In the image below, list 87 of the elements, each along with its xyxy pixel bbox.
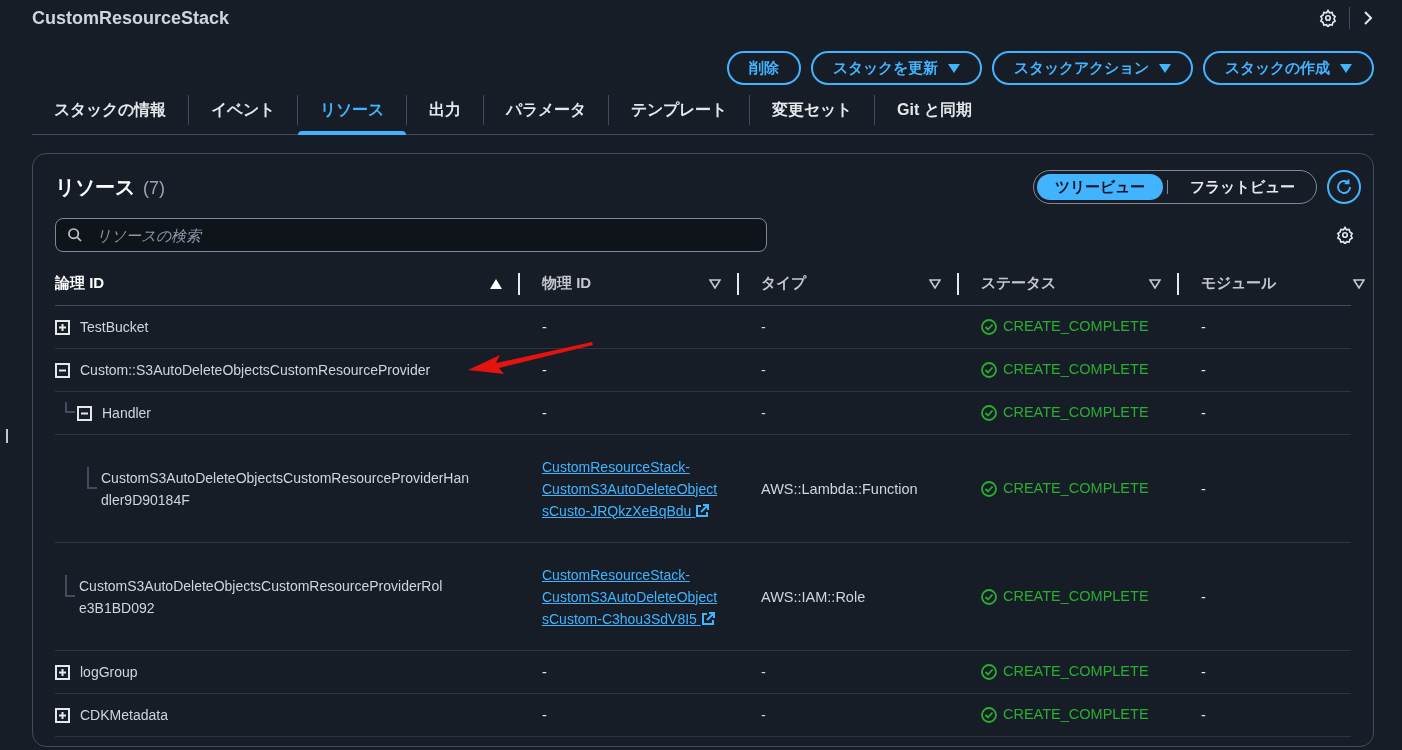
column-header[interactable]: 物理 ID <box>542 272 709 295</box>
table-cell: - <box>542 362 547 378</box>
success-check-icon <box>981 664 997 680</box>
action-button[interactable]: スタックアクション <box>992 51 1193 85</box>
physical-id-link[interactable]: CustomResourceStack-CustomS3AutoDeleteObjectsCustom-C3hou3SdV8I5 <box>542 563 718 630</box>
table-cell: - <box>542 664 547 680</box>
page-title: CustomResourceStack <box>32 6 230 30</box>
sort-icon[interactable] <box>1353 278 1365 289</box>
chevron-right-icon[interactable] <box>1362 10 1374 26</box>
table-cell: AWS::IAM::Role <box>761 588 866 605</box>
success-check-icon <box>981 707 997 723</box>
success-check-icon <box>981 480 997 497</box>
table-cell: - <box>542 405 547 421</box>
external-link-icon <box>695 503 710 518</box>
table-cell: - <box>761 362 766 378</box>
column-header[interactable]: タイプ <box>761 272 929 295</box>
status-text: CREATE_COMPLETE <box>1003 586 1149 606</box>
table-cell: - <box>542 319 547 335</box>
search-icon <box>67 227 83 243</box>
logical-id: TestBucket <box>80 318 149 337</box>
physical-id-link[interactable]: CustomResourceStack-CustomS3AutoDeleteObjectsCusto-JRQkzXeBqBdu <box>542 455 718 522</box>
settings-icon[interactable] <box>1336 226 1354 244</box>
logical-id: CustomS3AutoDeleteObjectsCustomResourceProviderRole3B1BD092 <box>78 576 444 618</box>
expand-icon[interactable] <box>55 664 70 680</box>
status-text: CREATE_COMPLETE <box>1003 403 1149 423</box>
sort-ascending-icon[interactable] <box>490 278 502 289</box>
tab[interactable]: 変更セット <box>750 85 874 134</box>
sort-icon[interactable] <box>709 278 721 289</box>
table-cell: - <box>761 319 766 335</box>
tab[interactable]: テンプレート <box>609 85 749 134</box>
collapse-icon[interactable] <box>55 362 70 378</box>
success-check-icon <box>981 405 997 421</box>
table-cell: - <box>761 664 766 680</box>
tree-connector-line <box>87 466 97 489</box>
tab[interactable]: 出力 <box>407 85 483 134</box>
tab[interactable]: パラメータ <box>484 85 608 134</box>
logical-id: Handler <box>102 404 152 423</box>
tree-connector-line <box>65 574 75 597</box>
table-cell: - <box>1201 319 1206 335</box>
logical-id: CustomS3AutoDeleteObjectsCustomResourceProviderHandler9D90184F <box>100 468 471 510</box>
status-text: CREATE_COMPLETE <box>1003 317 1149 337</box>
external-link-icon <box>700 611 715 626</box>
view-toggle-option[interactable]: ツリービュー <box>1037 174 1163 200</box>
expand-icon[interactable] <box>55 707 70 723</box>
search-field[interactable]: リソースの検索 <box>55 218 767 252</box>
action-button[interactable]: 削除 <box>727 51 801 85</box>
status-text: CREATE_COMPLETE <box>1003 478 1149 498</box>
column-header[interactable]: ステータス <box>981 272 1149 295</box>
table-cell: - <box>1201 362 1206 378</box>
table-cell: - <box>1201 480 1206 497</box>
success-check-icon <box>981 588 997 605</box>
refresh-icon <box>1335 178 1353 196</box>
tab[interactable]: リソース <box>298 85 406 134</box>
tab[interactable]: イベント <box>189 85 297 134</box>
table-cell: - <box>761 707 766 723</box>
action-button[interactable]: スタックの作成 <box>1203 51 1374 85</box>
resize-handle[interactable] <box>6 429 8 443</box>
logical-id: logGroup <box>80 663 138 682</box>
status-text: CREATE_COMPLETE <box>1003 705 1149 725</box>
table-cell: - <box>1201 707 1206 723</box>
success-check-icon <box>981 319 997 335</box>
view-toggle-option[interactable]: フラットビュー <box>1172 174 1313 200</box>
panel-title: リソース <box>55 175 135 200</box>
settings-icon[interactable] <box>1319 9 1337 27</box>
table-cell: - <box>1201 588 1206 605</box>
logical-id: Custom::S3AutoDeleteObjectsCustomResourceProvider <box>80 361 431 380</box>
tab[interactable]: スタックの情報 <box>32 85 188 134</box>
sort-icon[interactable] <box>1149 278 1161 289</box>
collapse-icon[interactable] <box>77 405 92 421</box>
status-text: CREATE_COMPLETE <box>1003 662 1149 682</box>
expand-icon[interactable] <box>55 319 70 335</box>
logical-id: CDKMetadata <box>80 706 168 725</box>
table-cell: AWS::Lambda::Function <box>761 480 918 497</box>
tree-connector-line <box>65 402 75 413</box>
column-header[interactable]: モジュール <box>1201 272 1353 295</box>
tab[interactable]: Git と同期 <box>875 85 994 134</box>
refresh-button[interactable] <box>1327 170 1361 204</box>
table-cell: - <box>1201 405 1206 421</box>
table-cell: - <box>1201 664 1206 680</box>
resource-count: (7) <box>143 177 165 200</box>
success-check-icon <box>981 362 997 378</box>
status-text: CREATE_COMPLETE <box>1003 360 1149 380</box>
table-cell: - <box>542 707 547 723</box>
column-header[interactable]: 論理 ID <box>55 272 490 295</box>
sort-icon[interactable] <box>929 278 941 289</box>
action-button[interactable]: スタックを更新 <box>811 51 982 85</box>
table-cell: - <box>761 405 766 421</box>
